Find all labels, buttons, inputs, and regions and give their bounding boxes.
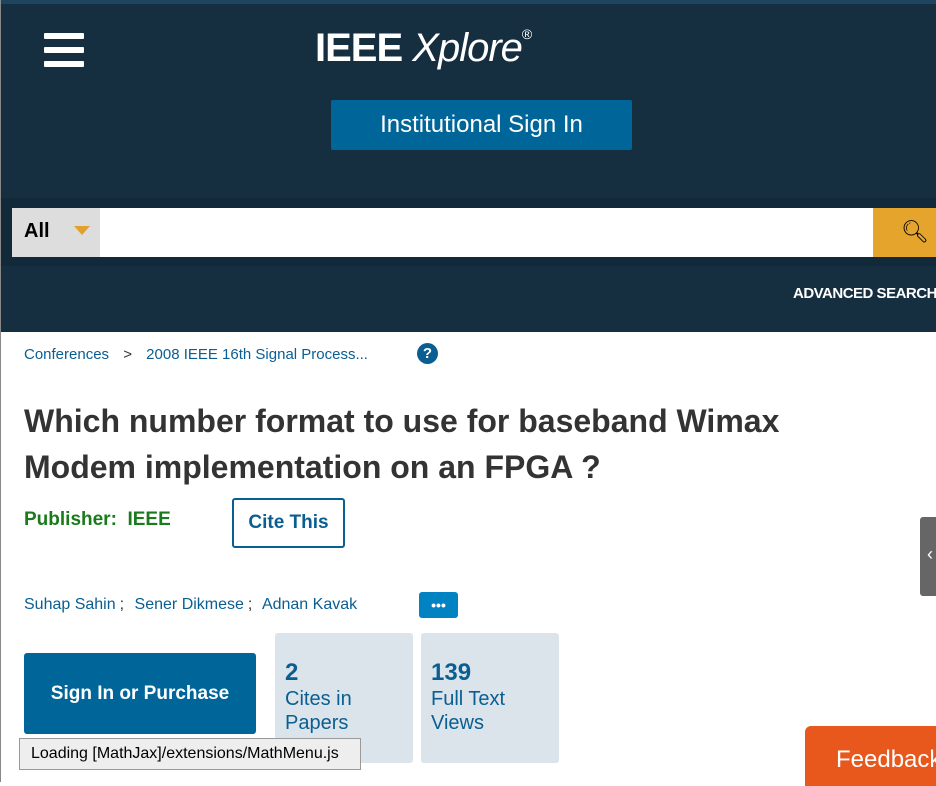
breadcrumb-conferences[interactable]: Conferences [24,346,109,363]
breadcrumb-separator: > [123,346,132,363]
advanced-search-link[interactable]: ADVANCED SEARCH [793,285,936,302]
publisher: Publisher: IEEE [24,509,171,530]
author-link[interactable]: Adnan Kavak [262,596,357,613]
hamburger-menu-icon[interactable] [44,33,84,75]
cite-this-button[interactable]: Cite This [232,498,345,548]
full-text-views-metric: 139 Full Text Views [421,633,559,763]
page-title: Which number format to use for baseband … [24,403,780,485]
search-scope-value: All [24,220,50,242]
dropdown-arrow-icon [74,226,90,235]
author-link[interactable]: Sener Dikmese [135,596,244,613]
site-header: IEEE Xplore® Institutional Sign In [1,0,936,332]
author-list: Suhap Sahin; Sener Dikmese; Adnan Kavak [24,596,358,613]
breadcrumb: Conferences > 2008 IEEE 16th Signal Proc… [24,346,378,363]
mathjax-loading-status: Loading [MathJax]/extensions/MathMenu.js [19,738,361,770]
search-icon: 🔍︎ [901,219,929,244]
search-button[interactable]: 🔍︎ [873,208,936,257]
author-link[interactable]: Suhap Sahin [24,596,116,613]
side-panel-toggle[interactable]: ‹ [920,517,936,596]
help-icon[interactable]: ? [417,343,438,364]
chevron-left-icon: ‹ [927,544,933,564]
ieee-xplore-logo[interactable]: IEEE Xplore® [315,26,532,71]
institutional-sign-in-button[interactable]: Institutional Sign In [331,100,632,150]
search-input[interactable] [100,208,873,257]
more-authors-button[interactable]: ••• [419,592,458,618]
sign-in-or-purchase-button[interactable]: Sign In or Purchase [24,653,256,734]
breadcrumb-conference[interactable]: 2008 IEEE 16th Signal Process... [146,346,368,363]
feedback-button[interactable]: Feedback [805,726,936,786]
